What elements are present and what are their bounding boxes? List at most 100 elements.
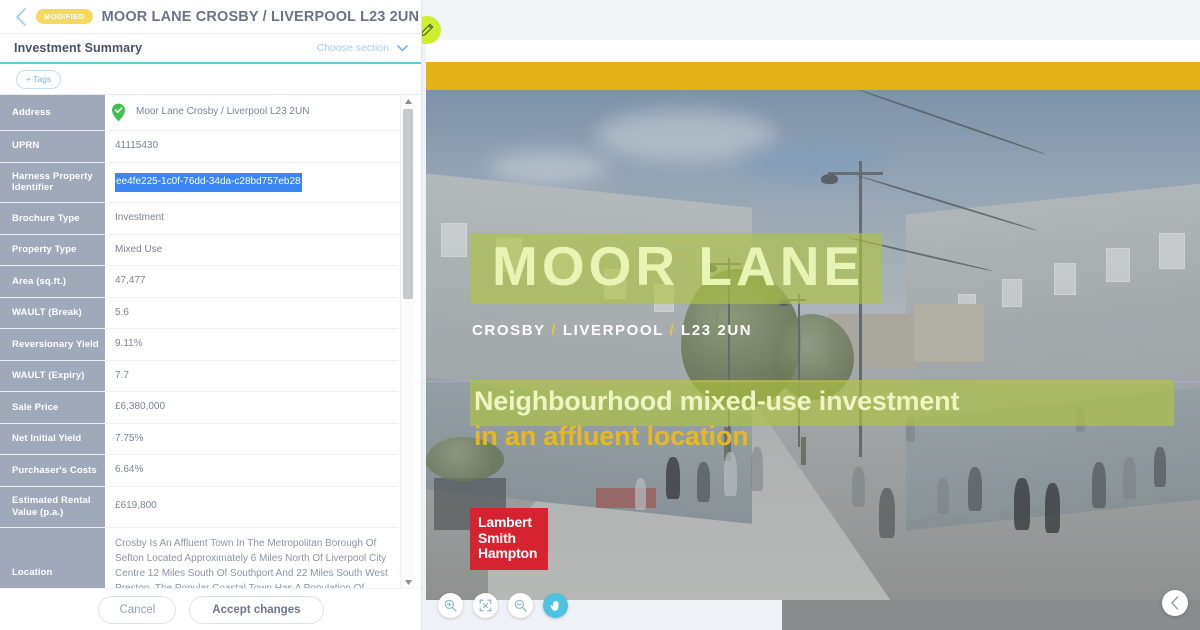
brochure-hero-photo: MOOR LANE CROSBY / LIVERPOOL / L23 2UN N… bbox=[426, 90, 1200, 600]
table-row[interactable]: WAULT (Break) 5.6 bbox=[0, 297, 398, 330]
brochure-title-block: MOOR LANE bbox=[470, 232, 883, 304]
location-line: Crosby Is An Affluent Town In The Metrop… bbox=[115, 537, 377, 549]
brochure-title: MOOR LANE bbox=[492, 234, 865, 297]
page-title: MOOR LANE CROSBY / LIVERPOOL L23 2UN bbox=[101, 8, 420, 25]
section-header: Investment Summary Choose section bbox=[0, 34, 422, 64]
fields-scroll-area[interactable]: Address Moor Lane Crosby / Liverpool L23… bbox=[0, 94, 422, 588]
fields-table: Address Moor Lane Crosby / Liverpool L23… bbox=[0, 95, 398, 588]
document-titlebar: MODIFIED MOOR LANE CROSBY / LIVERPOOL L2… bbox=[0, 0, 422, 34]
field-label: UPRN bbox=[0, 130, 105, 163]
field-value[interactable]: 6.64% bbox=[105, 454, 398, 487]
status-badge: MODIFIED bbox=[36, 9, 93, 24]
subtitle-separator: / bbox=[669, 322, 676, 340]
field-value[interactable]: 47,477 bbox=[105, 265, 398, 298]
field-label: Property Type bbox=[0, 234, 105, 267]
back-button[interactable] bbox=[10, 6, 32, 28]
field-label: Estimated Rental Value (p.a.) bbox=[0, 486, 105, 528]
logo-line: Smith bbox=[478, 529, 516, 546]
brochure-top-band bbox=[426, 62, 1200, 90]
caret-up-icon bbox=[404, 98, 412, 104]
preview-top-strip bbox=[422, 0, 1200, 40]
fit-to-screen-button[interactable] bbox=[473, 593, 498, 618]
panel-footer: Cancel Accept changes bbox=[0, 588, 422, 630]
panel-scrollbar[interactable] bbox=[400, 95, 414, 588]
pan-hand-button[interactable] bbox=[543, 593, 568, 618]
field-label: Address bbox=[0, 95, 105, 131]
table-row[interactable]: Estimated Rental Value (p.a.) £619,800 bbox=[0, 486, 398, 528]
field-value[interactable]: 7.7 bbox=[105, 360, 398, 393]
field-label: WAULT (Expiry) bbox=[0, 360, 105, 393]
location-line: Sefton Located Approximately 6 Miles Nor… bbox=[115, 552, 387, 564]
details-panel: MODIFIED MOOR LANE CROSBY / LIVERPOOL L2… bbox=[0, 0, 422, 630]
table-row[interactable]: Property Type Mixed Use bbox=[0, 234, 398, 267]
field-value[interactable]: 7.75% bbox=[105, 423, 398, 456]
zoom-out-button[interactable] bbox=[508, 593, 533, 618]
location-text: Crosby Is An Affluent Town In The Metrop… bbox=[115, 536, 388, 589]
scroll-up-arrow[interactable] bbox=[401, 95, 415, 107]
subtitle-part: L23 2UN bbox=[681, 322, 753, 340]
field-value: Moor Lane Crosby / Liverpool L23 2UN bbox=[136, 106, 310, 118]
section-title: Investment Summary bbox=[14, 41, 143, 55]
field-label: Reversionary Yield bbox=[0, 328, 105, 361]
table-row[interactable]: Sale Price £6,380,000 bbox=[0, 391, 398, 424]
application-window: MODIFIED MOOR LANE CROSBY / LIVERPOOL L2… bbox=[0, 0, 1200, 630]
scrollbar-thumb[interactable] bbox=[403, 109, 413, 299]
add-tag-chip[interactable]: + Tags bbox=[16, 69, 62, 89]
field-label: Purchaser's Costs bbox=[0, 454, 105, 487]
harness-property-identifier-input[interactable]: ee4fe225-1c0f-76dd-34da-c28bd757eb28 bbox=[115, 173, 302, 192]
subtitle-part: LIVERPOOL bbox=[562, 322, 664, 340]
caret-down-icon bbox=[404, 579, 412, 585]
table-row[interactable]: Purchaser's Costs 6.64% bbox=[0, 454, 398, 487]
field-label: Location bbox=[0, 527, 105, 588]
table-row[interactable]: Harness Property Identifier ee4fe225-1c0… bbox=[0, 162, 398, 204]
table-row-location[interactable]: Location Crosby Is An Affluent Town In T… bbox=[0, 527, 398, 588]
brochure-page[interactable]: MOOR LANE CROSBY / LIVERPOOL / L23 2UN N… bbox=[426, 40, 1200, 600]
zoom-out-icon bbox=[514, 599, 527, 612]
accept-changes-button[interactable]: Accept changes bbox=[189, 595, 324, 624]
field-value-cell[interactable]: ee4fe225-1c0f-76dd-34da-c28bd757eb28 bbox=[105, 162, 398, 204]
field-label: Area (sq.ft.) bbox=[0, 265, 105, 298]
pan-hand-icon bbox=[550, 600, 559, 611]
zoom-in-icon bbox=[444, 599, 457, 612]
scroll-down-arrow[interactable] bbox=[401, 576, 415, 588]
zoom-in-button[interactable] bbox=[438, 593, 463, 618]
table-row[interactable]: Net Initial Yield 7.75% bbox=[0, 423, 398, 456]
field-value[interactable]: Investment bbox=[105, 202, 398, 235]
chevron-down-icon bbox=[397, 44, 408, 51]
table-row[interactable]: Area (sq.ft.) 47,477 bbox=[0, 265, 398, 298]
field-value[interactable]: Mixed Use bbox=[105, 234, 398, 267]
field-value[interactable]: 9.11% bbox=[105, 328, 398, 361]
logo-line: Hampton bbox=[478, 545, 538, 562]
field-value-cell[interactable]: Moor Lane Crosby / Liverpool L23 2UN bbox=[105, 95, 398, 131]
field-value[interactable]: £619,800 bbox=[105, 486, 398, 528]
preview-toolbar bbox=[438, 593, 568, 618]
field-value-cell[interactable]: Crosby Is An Affluent Town In The Metrop… bbox=[105, 527, 398, 588]
collapse-preview-button[interactable] bbox=[1162, 590, 1188, 616]
logo-line: Lambert bbox=[478, 514, 532, 530]
location-line: Centre 12 Miles South Of Southport And 2… bbox=[115, 567, 388, 579]
cancel-button[interactable]: Cancel bbox=[98, 595, 177, 624]
field-label: Net Initial Yield bbox=[0, 423, 105, 456]
table-row[interactable]: Address Moor Lane Crosby / Liverpool L23… bbox=[0, 95, 398, 131]
field-value[interactable]: £6,380,000 bbox=[105, 391, 398, 424]
tags-row: + Tags bbox=[0, 64, 422, 94]
choose-section-dropdown[interactable]: Choose section bbox=[317, 42, 408, 54]
brochure-subtitle: CROSBY / LIVERPOOL / L23 2UN bbox=[472, 322, 752, 339]
strapline-line-1: Neighbourhood mixed-use investment bbox=[474, 385, 960, 416]
brochure-strapline: Neighbourhood mixed-use investment in an… bbox=[470, 379, 1175, 452]
table-row[interactable]: UPRN 41115430 bbox=[0, 130, 398, 163]
field-value[interactable]: 5.6 bbox=[105, 297, 398, 330]
pencil-icon bbox=[422, 23, 434, 37]
field-label: Harness Property Identifier bbox=[0, 162, 105, 204]
fit-to-screen-icon bbox=[479, 599, 492, 612]
brochure-preview-panel[interactable]: MOOR LANE CROSBY / LIVERPOOL / L23 2UN N… bbox=[422, 0, 1200, 630]
field-value[interactable]: 41115430 bbox=[105, 130, 398, 163]
table-row[interactable]: WAULT (Expiry) 7.7 bbox=[0, 360, 398, 393]
subtitle-separator: / bbox=[551, 322, 558, 340]
field-label: Sale Price bbox=[0, 391, 105, 424]
table-row[interactable]: Reversionary Yield 9.11% bbox=[0, 328, 398, 361]
field-label: WAULT (Break) bbox=[0, 297, 105, 330]
location-line: Preston. The Popular Coastal Town Has A … bbox=[115, 582, 365, 589]
field-label: Brochure Type bbox=[0, 202, 105, 235]
table-row[interactable]: Brochure Type Investment bbox=[0, 202, 398, 235]
